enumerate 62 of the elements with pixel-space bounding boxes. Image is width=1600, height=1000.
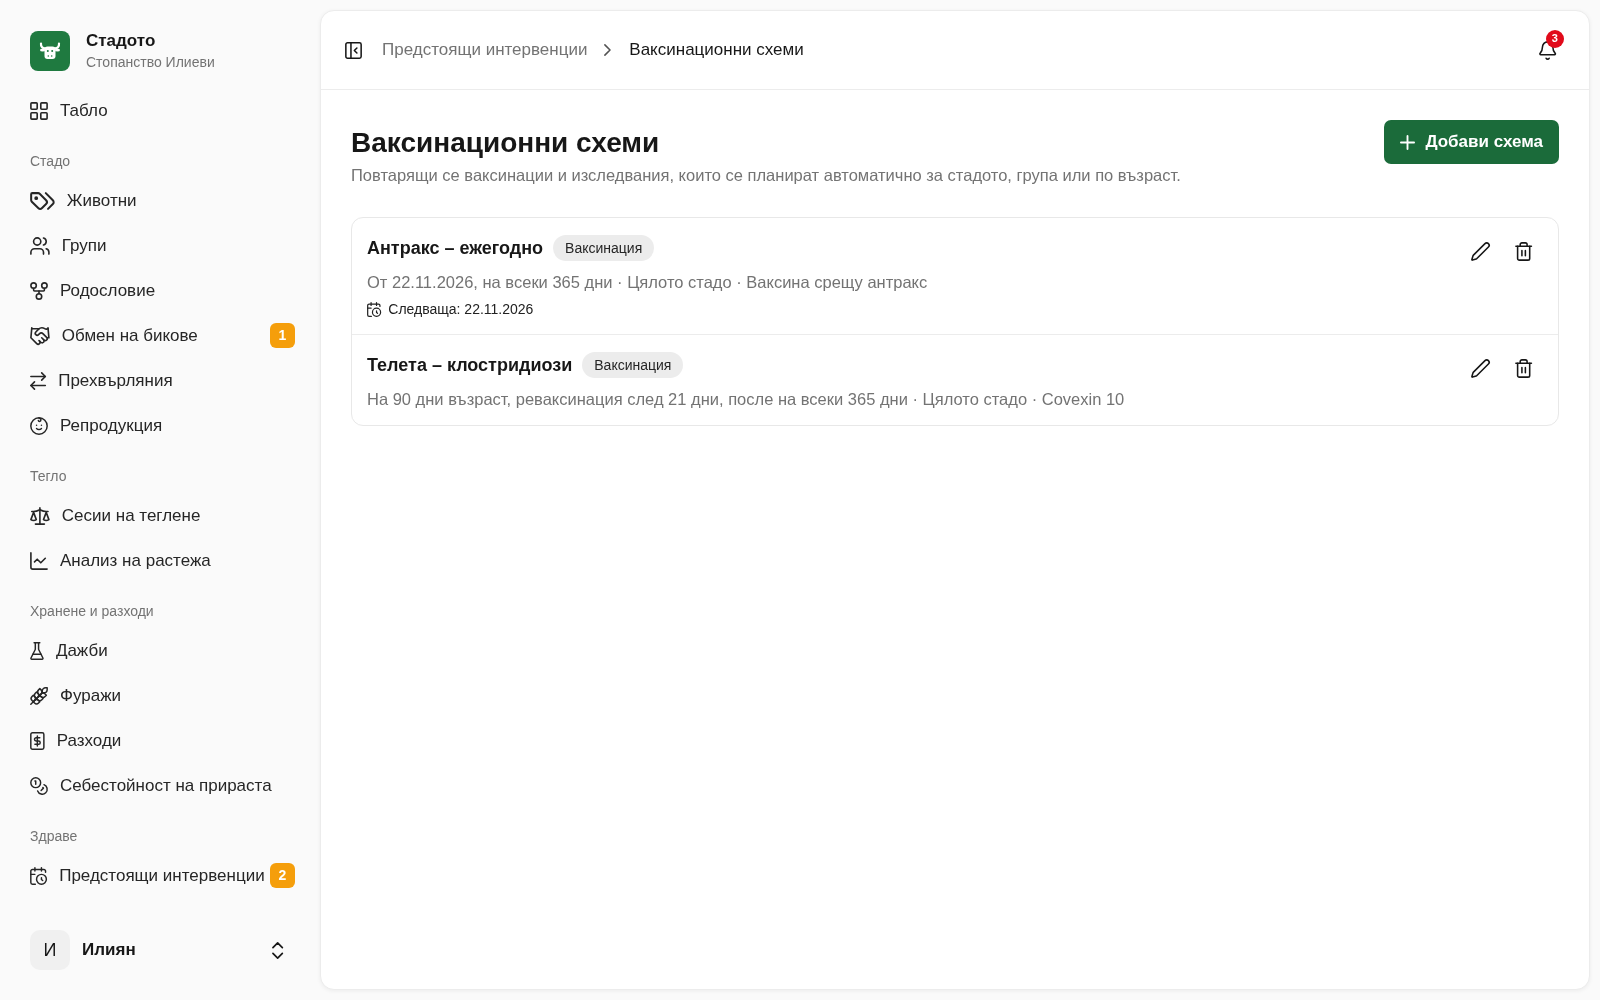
section-heading: Хранене и разходи bbox=[30, 602, 154, 621]
pencil-icon[interactable] bbox=[1470, 242, 1490, 261]
plus-icon bbox=[1400, 134, 1416, 150]
sidebar-item[interactable]: Сесии на теглене bbox=[30, 504, 201, 527]
pencil-icon[interactable] bbox=[1470, 359, 1490, 378]
wheat-icon bbox=[30, 686, 48, 705]
page-title: Ваксинационни схеми bbox=[351, 126, 661, 160]
section-heading: Стадо bbox=[30, 152, 71, 171]
brand-subtitle: Стопанство Илиеви bbox=[86, 53, 215, 72]
calendar-clock-icon bbox=[30, 866, 48, 885]
breadcrumb-link[interactable]: Предстоящи интервенции bbox=[382, 39, 588, 61]
sidebar-item[interactable]: Групи bbox=[30, 234, 107, 257]
bell-icon[interactable] bbox=[1538, 40, 1556, 60]
people-icon bbox=[30, 236, 50, 255]
scheme-title: Антракс – ежегодно bbox=[367, 237, 544, 260]
face-icon bbox=[30, 416, 48, 435]
tags-icon bbox=[30, 191, 55, 210]
sidebar-item[interactable]: Анализ на растежа bbox=[30, 549, 211, 572]
user-name: Илиян bbox=[82, 939, 136, 962]
arrows-icon bbox=[30, 371, 47, 390]
scheme-title: Телета – клостридиози bbox=[367, 354, 573, 377]
section-heading: Тегло bbox=[30, 467, 67, 486]
brand-name: Стадото bbox=[86, 30, 157, 52]
chevrons-up-down-icon[interactable] bbox=[271, 941, 283, 959]
next-date: Следваща: 22.11.2026 bbox=[388, 300, 534, 319]
sidebar-item[interactable]: Предстоящи интервенции bbox=[30, 864, 265, 887]
count-badge: 2 bbox=[270, 863, 295, 888]
trash-icon[interactable] bbox=[1514, 359, 1532, 378]
page-subtitle: Повтарящи се ваксинации и изследвания, които се планират автоматично за стадото, група или по възраст. bbox=[351, 165, 1181, 186]
scale-icon bbox=[30, 506, 50, 525]
sidebar-item[interactable]: Родословие bbox=[30, 279, 156, 302]
grid-icon bbox=[30, 101, 48, 120]
scheme-details: На 90 дни възраст, реваксинация след 21 дни, после на всеки 365 дни · Цялото стадо · Covexin 10 bbox=[367, 389, 1125, 410]
sidebar-toggle-icon[interactable] bbox=[345, 41, 362, 59]
trash-icon[interactable] bbox=[1514, 242, 1532, 261]
flask-icon bbox=[30, 641, 44, 660]
scheme-details: От 22.11.2026, на всеки 365 дни · Цялото стадо · Ваксина срещу антракс bbox=[367, 272, 928, 293]
dollar-icon bbox=[30, 731, 45, 750]
coins-icon bbox=[30, 776, 48, 795]
sidebar-item[interactable]: Репродукция bbox=[30, 414, 163, 437]
sidebar-item[interactable]: Животни bbox=[30, 189, 137, 212]
type-badge: Ваксинация bbox=[582, 352, 684, 378]
notification-badge: 3 bbox=[1545, 29, 1564, 48]
sidebar-item[interactable]: Дажби bbox=[30, 639, 108, 662]
count-badge: 1 bbox=[270, 323, 295, 348]
handshake-icon bbox=[30, 326, 50, 345]
sidebar-item[interactable]: Разходи bbox=[30, 729, 122, 752]
sidebar-item[interactable]: Обмен на бикове bbox=[30, 324, 198, 347]
branch-icon bbox=[30, 281, 48, 300]
chevron-right-icon bbox=[604, 44, 612, 56]
sidebar-item[interactable]: Прехвърляния bbox=[30, 369, 173, 392]
cow-logo-icon bbox=[30, 31, 70, 71]
line-chart-icon bbox=[30, 551, 48, 570]
avatar: И bbox=[30, 930, 70, 970]
sidebar-item[interactable]: Себестойност на прираста bbox=[30, 774, 272, 797]
sidebar-item[interactable]: Табло bbox=[30, 99, 108, 122]
section-heading: Здраве bbox=[30, 827, 78, 846]
breadcrumb-current: Ваксинационни схеми bbox=[629, 39, 804, 61]
type-badge: Ваксинация bbox=[553, 235, 655, 261]
sidebar-item[interactable]: Фуражи bbox=[30, 684, 121, 707]
calendar-clock-icon bbox=[367, 301, 382, 317]
add-scheme-button[interactable]: Добави схема bbox=[1384, 120, 1559, 164]
